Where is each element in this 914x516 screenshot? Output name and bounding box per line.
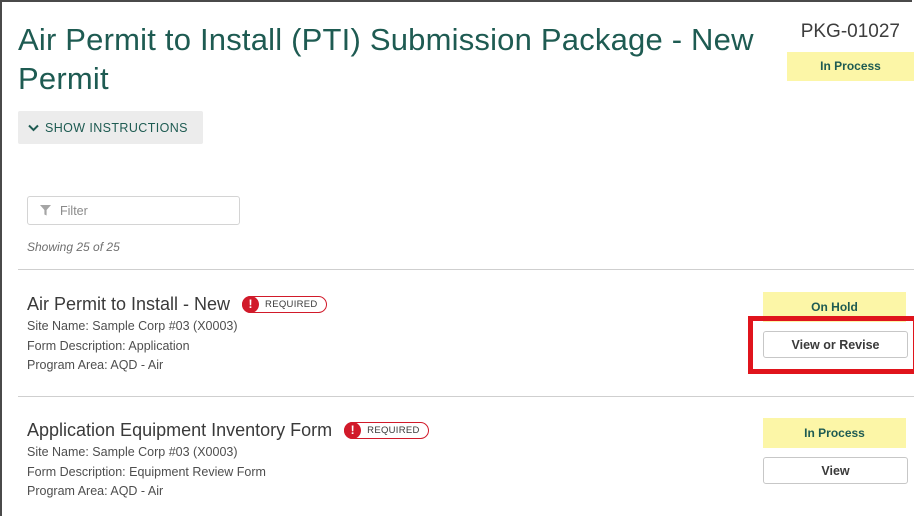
show-instructions-label: SHOW INSTRUCTIONS (45, 120, 188, 135)
required-label: REQUIRED (265, 298, 318, 310)
view-button[interactable]: View (763, 457, 908, 484)
exclamation-icon: ! (344, 421, 362, 439)
filter-field[interactable] (27, 196, 240, 225)
form-title[interactable]: Air Permit to Install - New (27, 294, 230, 315)
form-status-badge: In Process (763, 418, 906, 448)
annotation-highlight-box (748, 316, 914, 374)
divider (18, 269, 914, 270)
exclamation-icon: ! (242, 295, 260, 313)
package-status-badge: In Process (787, 52, 914, 81)
showing-count: Showing 25 of 25 (27, 240, 120, 254)
required-label: REQUIRED (367, 424, 420, 436)
show-instructions-button[interactable]: SHOW INSTRUCTIONS (18, 111, 203, 144)
page-title: Air Permit to Install (PTI) Submission P… (18, 22, 754, 96)
package-id: PKG-01027 (800, 21, 900, 42)
funnel-icon (40, 205, 51, 216)
filter-input[interactable] (58, 202, 232, 219)
divider (18, 396, 914, 397)
required-badge: ! REQUIRED (344, 421, 429, 439)
program-area: Program Area: AQD - Air (27, 484, 164, 498)
required-badge: ! REQUIRED (242, 295, 327, 313)
chevron-down-icon (28, 124, 39, 131)
form-title[interactable]: Application Equipment Inventory Form (27, 420, 332, 441)
